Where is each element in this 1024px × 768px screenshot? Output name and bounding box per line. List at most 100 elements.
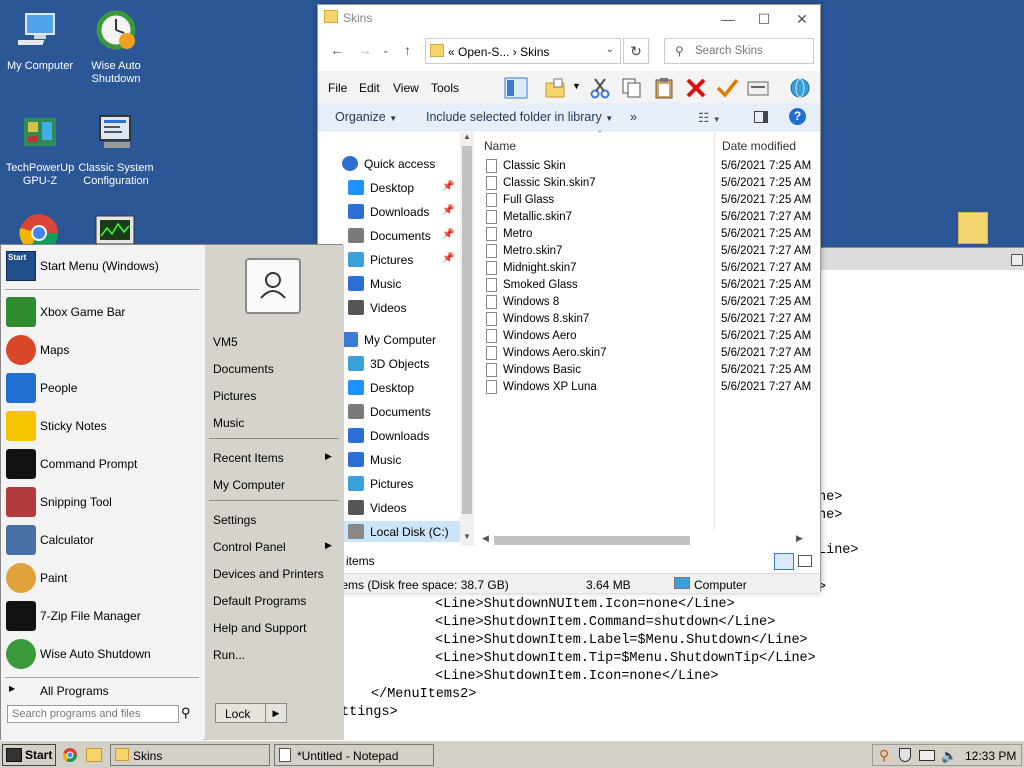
taskbar-item-skins[interactable]: Skins	[110, 744, 270, 766]
program-item-snipping-tool[interactable]: Snipping Tool	[1, 484, 204, 520]
start-search-box[interactable]	[7, 705, 179, 723]
cut-icon[interactable]	[588, 77, 612, 99]
scrollbar-thumb[interactable]	[494, 536, 690, 545]
shield-icon[interactable]	[899, 748, 911, 762]
preview-pane-icon[interactable]	[754, 111, 768, 123]
chrome-icon[interactable]	[62, 747, 78, 763]
monitor-icon[interactable]	[94, 212, 140, 244]
help-icon[interactable]: ?	[789, 108, 806, 125]
horizontal-scrollbar[interactable]: ◀ ▶	[476, 533, 822, 547]
breadcrumb-open-s[interactable]: Open-S...	[458, 45, 509, 59]
volume-icon[interactable]: 🔈	[941, 748, 957, 764]
properties-icon[interactable]	[746, 77, 770, 99]
scrollbar-thumb[interactable]	[462, 146, 472, 514]
search-tray-icon[interactable]: ⚲	[879, 747, 889, 764]
paste-icon[interactable]	[652, 77, 676, 99]
copy-icon[interactable]	[620, 77, 644, 99]
start-menu[interactable]: Start Start Menu (Windows) Xbox Game Bar…	[0, 244, 344, 741]
details-view-icon[interactable]	[774, 553, 794, 570]
start-menu-header[interactable]: Start Start Menu (Windows)	[1, 248, 204, 284]
nav-item-desktop[interactable]: Desktop 📌	[318, 177, 460, 199]
my-computer-item[interactable]: My Computer	[213, 478, 285, 492]
program-item-command-prompt[interactable]: Command Prompt	[1, 446, 204, 482]
scroll-down-icon[interactable]: ▼	[463, 532, 471, 541]
documents-item[interactable]: Documents	[213, 362, 274, 376]
recent-items-item[interactable]: Recent Items ▶	[213, 451, 332, 465]
column-header-date-modified[interactable]: Date modified	[722, 139, 796, 153]
checkmark-icon[interactable]	[715, 77, 739, 99]
run-item[interactable]: Run...	[213, 648, 245, 662]
desktop-icon-my-computer[interactable]: My Computer	[0, 8, 80, 73]
program-item-maps[interactable]: Maps	[1, 332, 204, 368]
program-item-paint[interactable]: Paint	[1, 560, 204, 596]
desktop-icon-wise-auto-shutdown[interactable]: Wise Auto Shutdown	[76, 8, 156, 86]
power-options-arrow[interactable]: ▶	[265, 703, 287, 723]
more-commands-button[interactable]: »	[630, 110, 637, 124]
explorer-quicklaunch-icon[interactable]	[86, 748, 102, 762]
scroll-up-icon[interactable]: ▲	[463, 132, 471, 141]
file-row[interactable]: Windows 8.skin7 5/6/2021 7:27 AM	[482, 311, 812, 328]
globe-icon[interactable]	[788, 77, 812, 99]
program-item-wise-auto-shutdown[interactable]: Wise Auto Shutdown	[1, 636, 204, 672]
maximize-button[interactable]: ☐	[746, 7, 782, 31]
all-programs-item[interactable]: ▶ All Programs	[1, 682, 201, 700]
file-row[interactable]: Midnight.skin7 5/6/2021 7:27 AM	[482, 260, 812, 277]
devices-and-printers-item[interactable]: Devices and Printers	[213, 567, 324, 581]
pin-icon[interactable]: 📌	[442, 253, 454, 264]
user-name-item[interactable]: VM5	[213, 335, 238, 349]
desktop-icon-classic-system-configuration[interactable]: Classic System Configuration	[76, 110, 156, 188]
delete-icon[interactable]	[684, 77, 708, 99]
file-row[interactable]: Windows XP Luna 5/6/2021 7:27 AM	[482, 379, 812, 396]
pin-icon[interactable]: 📌	[442, 229, 454, 240]
user-avatar[interactable]	[245, 258, 301, 314]
column-header-name[interactable]: Name	[484, 139, 516, 153]
explorer-titlebar[interactable]: Skins — ☐ ✕	[318, 5, 820, 33]
menu-file[interactable]: File	[328, 81, 347, 95]
start-search-input[interactable]	[8, 706, 178, 722]
file-row[interactable]: Metro 5/6/2021 7:25 AM	[482, 226, 812, 243]
program-item-people[interactable]: People	[1, 370, 204, 406]
music-item[interactable]: Music	[213, 416, 244, 430]
pin-icon[interactable]: 📌	[442, 205, 454, 216]
file-row[interactable]: Classic Skin.skin7 5/6/2021 7:25 AM	[482, 175, 812, 192]
forward-arrow-icon[interactable]: →	[358, 42, 372, 58]
program-item-calculator[interactable]: Calculator	[1, 522, 204, 558]
nav-item-quick-access[interactable]: Quick access	[318, 153, 460, 175]
help-and-support-item[interactable]: Help and Support	[213, 621, 306, 635]
network-icon[interactable]	[919, 750, 935, 761]
close-button[interactable]: ✕	[784, 7, 820, 31]
chrome-icon[interactable]	[14, 208, 64, 248]
file-row[interactable]: Windows Aero.skin7 5/6/2021 7:27 AM	[482, 345, 812, 362]
back-arrow-icon[interactable]: ←	[330, 42, 344, 58]
explorer-window[interactable]: Skins — ☐ ✕ ← → ⌄ ↑ « Open-S... › Skins …	[317, 4, 822, 593]
include-in-library-button[interactable]: Include selected folder in library ▼	[426, 110, 613, 124]
recent-dropdown-icon[interactable]: ⌄	[382, 45, 390, 56]
file-row[interactable]: Metro.skin7 5/6/2021 7:27 AM	[482, 243, 812, 260]
file-row[interactable]: Classic Skin 5/6/2021 7:25 AM	[482, 158, 812, 175]
file-row[interactable]: Metallic.skin7 5/6/2021 7:27 AM	[482, 209, 812, 226]
start-button[interactable]: Start	[2, 744, 56, 766]
file-row[interactable]: Windows 8 5/6/2021 7:25 AM	[482, 294, 812, 311]
file-row[interactable]: Windows Basic 5/6/2021 7:25 AM	[482, 362, 812, 379]
folder-options-icon[interactable]	[544, 77, 568, 99]
nav-scrollbar[interactable]: ▲ ▼	[460, 132, 474, 546]
pictures-item[interactable]: Pictures	[213, 389, 256, 403]
refresh-button[interactable]: ↻	[623, 38, 649, 64]
search-input[interactable]	[695, 43, 807, 59]
clock[interactable]: 12:33 PM	[965, 749, 1016, 763]
program-item-7-zip-file-manager[interactable]: 7-Zip File Manager	[1, 598, 204, 634]
program-item-xbox-game-bar[interactable]: Xbox Game Bar	[1, 294, 204, 330]
menu-edit[interactable]: Edit	[359, 81, 380, 95]
up-arrow-icon[interactable]: ↑	[404, 42, 411, 58]
menu-view[interactable]: View	[393, 81, 419, 95]
large-icons-view-icon[interactable]	[798, 555, 812, 567]
file-row[interactable]: Smoked Glass 5/6/2021 7:25 AM	[482, 277, 812, 294]
search-icon[interactable]: ⚲	[181, 705, 191, 721]
file-row[interactable]: Windows Aero 5/6/2021 7:25 AM	[482, 328, 812, 345]
view-options-icon[interactable]: ☷ ▼	[698, 110, 721, 125]
menu-tools[interactable]: Tools	[431, 81, 459, 95]
control-panel-item[interactable]: Control Panel ▶	[213, 540, 332, 554]
address-box[interactable]: « Open-S... › Skins ⌄	[425, 38, 621, 64]
search-box[interactable]: ⚲	[664, 38, 814, 64]
navigation-pane-icon[interactable]	[504, 77, 528, 99]
